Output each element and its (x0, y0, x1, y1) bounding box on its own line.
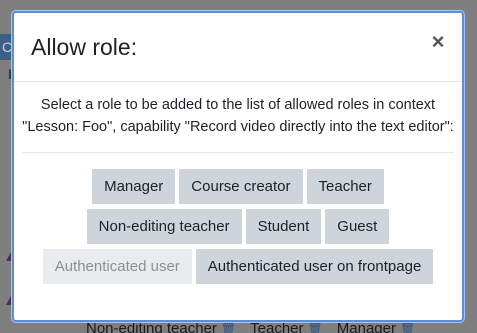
role-button-list: Manager Course creator Teacher Non-editi… (22, 153, 454, 284)
trash-icon: 🗑 (220, 322, 237, 333)
role-button-teacher[interactable]: Teacher (306, 169, 384, 204)
trash-icon: 🗑 (307, 322, 323, 333)
dialog-title: Allow role: (31, 34, 138, 60)
dialog-body: Select a role to be added to the list of… (14, 82, 462, 284)
trash-icon: 🗑 (399, 322, 416, 333)
dialog-header: Allow role: × (14, 13, 462, 82)
allow-role-dialog: Allow role: × Select a role to be added … (12, 11, 464, 322)
close-icon[interactable]: × (428, 31, 448, 53)
role-button-authenticated-user-frontpage[interactable]: Authenticated user on frontpage (195, 249, 434, 284)
role-button-manager[interactable]: Manager (92, 169, 176, 204)
role-button-non-editing-teacher[interactable]: Non-editing teacher (86, 209, 242, 244)
role-button-authenticated-user: Authenticated user (42, 249, 192, 284)
dialog-description: Select a role to be added to the list of… (22, 94, 454, 153)
role-button-course-creator[interactable]: Course creator (179, 169, 303, 204)
role-button-guest[interactable]: Guest (325, 209, 390, 244)
role-button-student[interactable]: Student (245, 209, 322, 244)
